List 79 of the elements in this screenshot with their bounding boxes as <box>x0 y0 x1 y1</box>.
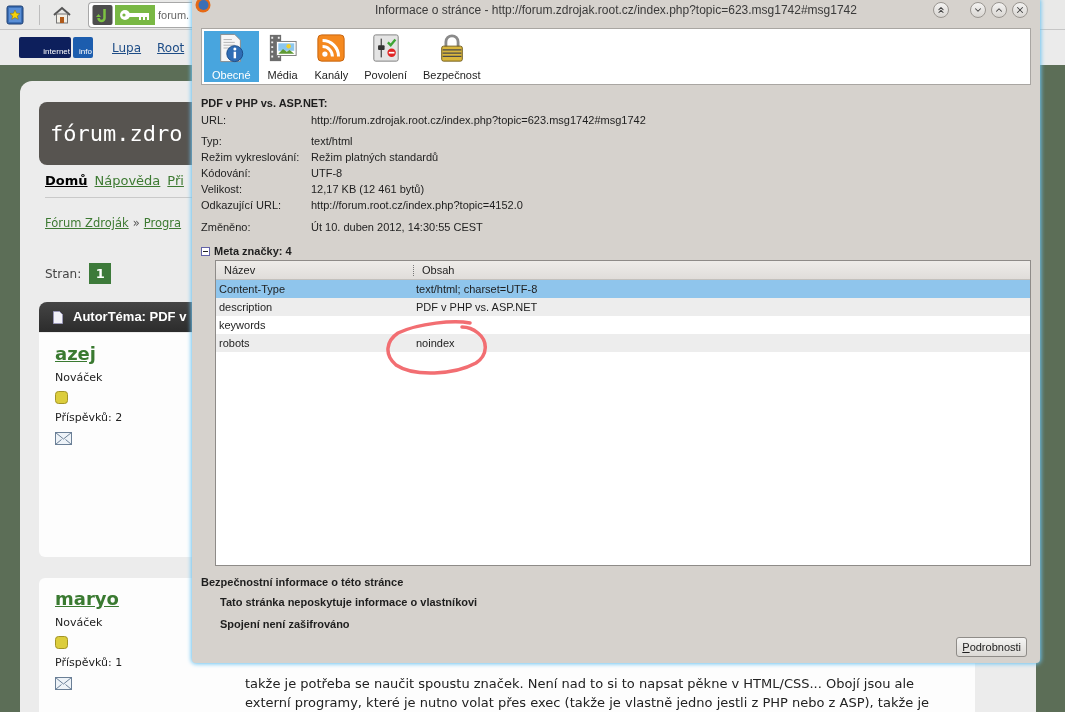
site-logo[interactable]: fórum.zdro <box>39 102 192 165</box>
envelope-icon[interactable] <box>55 677 72 690</box>
author-link[interactable]: azej <box>55 343 96 365</box>
page-title: PDF v PHP vs. ASP.NET: <box>201 96 328 110</box>
field-value: UTF-8 <box>311 166 343 181</box>
security-info-text: Tato stránka neposkytuje informace o vlastníkovi <box>220 595 478 609</box>
nav-link[interactable]: Domů <box>45 171 88 191</box>
minimize-button[interactable] <box>970 2 986 18</box>
key-icon <box>119 7 151 22</box>
nav-link[interactable]: Lupa <box>112 38 142 57</box>
section-heading: Meta značky: 4 <box>214 244 292 258</box>
toolbar-tab[interactable]: Média <box>258 31 307 82</box>
toolbar-tab[interactable]: Bezpečnost <box>415 31 489 82</box>
field-value: http://forum.root.cz/index.php?topic=4152.0 <box>311 198 523 213</box>
table-cell: PDF v PHP vs. ASP.NET <box>416 300 538 314</box>
collapse-toggle[interactable] <box>201 246 210 256</box>
envelope-icon[interactable] <box>55 432 72 445</box>
double-chevron-icon <box>936 5 946 15</box>
document-icon <box>53 310 63 324</box>
breadcrumb-separator: » <box>132 214 140 232</box>
field-value: 12,17 KB (12 461 bytů) <box>311 182 425 197</box>
home-icon[interactable] <box>52 4 72 25</box>
address-field[interactable]: forum. <box>158 7 190 22</box>
field-label: Velikost: <box>201 182 242 197</box>
table-cell-text: Content-Type <box>218 282 286 296</box>
close-button[interactable] <box>1012 2 1028 18</box>
author-rank: Nováček <box>55 616 103 629</box>
status-square-icon <box>55 636 68 649</box>
favicon-icon <box>92 4 113 25</box>
field-label: URL: <box>201 113 227 128</box>
post-text-line: externí programy, které je nutno volat přes exec (takže je vlastně jedno jestli z PHP nebo z ASP), takže je <box>245 694 930 712</box>
pages-label: Stran: <box>45 265 82 283</box>
table-row[interactable]: robots noindex <box>216 334 1030 352</box>
breadcrumb-link[interactable]: Fórum Zdroják <box>45 214 129 233</box>
page-link[interactable]: 1 <box>89 263 112 284</box>
field-label: Režim vykreslování: <box>201 150 300 165</box>
post-count: Příspěvků: 1 <box>55 656 123 669</box>
window-title: Informace o stránce - http://forum.zdrojak.root.cz/index.php?topic=623.msg1742#msg1742 <box>375 2 857 19</box>
author-link[interactable]: maryo <box>55 588 119 610</box>
table-cell-text: keywords <box>218 318 266 332</box>
logo-word[interactable]: info <box>73 37 93 58</box>
status-square-icon <box>55 391 68 404</box>
breadcrumb-link[interactable]: Progra <box>143 214 182 233</box>
topic-header-text: AutorTéma: PDF v <box>73 308 187 327</box>
column-header[interactable]: Obsah <box>422 263 455 277</box>
table-cell-text: description <box>218 300 273 314</box>
details-button[interactable]: Podrobnosti <box>956 637 1027 657</box>
table-cell: text/html; charset=UTF-8 <box>416 282 538 296</box>
app-globe-icon <box>195 0 211 13</box>
field-label: Změněno: <box>201 220 251 235</box>
column-header[interactable]: Název <box>224 263 256 277</box>
field-label: Typ: <box>201 134 222 149</box>
nav-link[interactable]: Nápověda <box>94 171 161 191</box>
maximize-button[interactable] <box>991 2 1007 18</box>
table-cell-text: robots <box>218 336 250 350</box>
field-value: Režim platných standardů <box>311 150 439 165</box>
nav-link[interactable]: Při <box>167 171 184 191</box>
section-heading: Bezpečnostní informace o této stránce <box>201 575 404 589</box>
field-value: text/html <box>311 134 353 149</box>
field-value: Út 10. duben 2012, 14:30:55 CEST <box>311 220 483 235</box>
rss-icon <box>315 33 348 63</box>
shade-button[interactable] <box>933 2 949 18</box>
toolbar-tab[interactable]: Povolení <box>356 31 415 82</box>
table-row[interactable]: description PDF v PHP vs. ASP.NET <box>216 298 1030 316</box>
close-icon <box>1015 5 1025 15</box>
field-value: http://forum.zdrojak.root.cz/index.php?topic=623.msg1742#msg1742 <box>311 113 646 128</box>
field-label: Odkazující URL: <box>201 198 282 213</box>
post-text-line: takže je potřeba se naučit spoustu značek. Není nad to si to napsat pěkne v HTML/CSS... Obojí jsou ale <box>245 675 915 693</box>
table-row[interactable]: Content-Type text/html; charset=UTF-8 <box>216 280 1030 298</box>
logo-word[interactable]: internet <box>19 37 71 58</box>
chevron-down-icon <box>973 5 983 15</box>
author-rank: Nováček <box>55 371 103 384</box>
toolbar-tab[interactable]: Kanály <box>306 31 357 82</box>
field-label: Kódování: <box>201 166 251 181</box>
security-info-text: Spojení není zašifrováno <box>220 617 350 631</box>
post-count: Příspěvků: 2 <box>55 411 123 424</box>
nav-link[interactable]: Root <box>157 38 185 57</box>
chevron-up-icon <box>994 5 1004 15</box>
table-cell: noindex <box>416 336 455 350</box>
